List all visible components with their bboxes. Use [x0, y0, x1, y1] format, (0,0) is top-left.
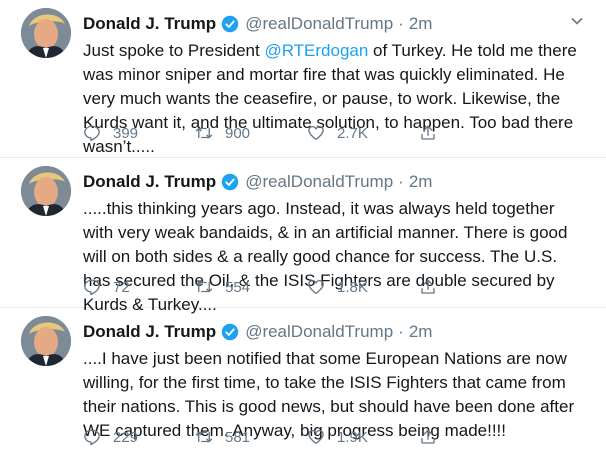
reply-button[interactable]: 72	[83, 278, 195, 296]
tweet-header: Donald J. Trump @realDonaldTrump · 2m	[83, 12, 588, 36]
like-count: 2.7K	[337, 124, 368, 142]
like-button[interactable]: 2.7K	[307, 124, 419, 142]
tweet[interactable]: Donald J. Trump @realDonaldTrump · 2m Ju…	[0, 0, 606, 158]
avatar-image	[21, 316, 71, 366]
avatar[interactable]	[21, 8, 71, 58]
timestamp[interactable]: 2m	[409, 172, 433, 192]
mention-link[interactable]: @RTErdogan	[264, 41, 368, 60]
avatar[interactable]	[21, 316, 71, 366]
retweet-icon	[195, 281, 213, 293]
separator-dot: ·	[398, 14, 404, 33]
like-button[interactable]: 1.9K	[307, 428, 419, 446]
display-name[interactable]: Donald J. Trump	[83, 322, 216, 342]
tweet-feed: Donald J. Trump @realDonaldTrump · 2m Ju…	[0, 0, 606, 456]
avatar-image	[21, 8, 71, 58]
reply-count: 229	[113, 428, 139, 446]
reply-icon	[84, 429, 100, 446]
reply-count: 399	[113, 124, 139, 142]
separator-dot: ·	[398, 172, 404, 191]
retweet-button[interactable]: 581	[195, 428, 307, 446]
display-name[interactable]: Donald J. Trump	[83, 14, 216, 34]
retweet-icon	[195, 127, 213, 139]
like-icon	[308, 279, 324, 295]
avatar[interactable]	[21, 166, 71, 216]
timestamp[interactable]: 2m	[409, 322, 433, 342]
tweet-text-start: Just spoke to President	[83, 41, 265, 60]
like-count: 1.9K	[337, 428, 368, 446]
user-handle[interactable]: @realDonaldTrump	[245, 322, 393, 342]
tweet-header: Donald J. Trump @realDonaldTrump · 2m	[83, 320, 588, 344]
reply-icon	[84, 125, 100, 142]
timestamp[interactable]: 2m	[409, 14, 433, 34]
retweet-count: 554	[225, 278, 251, 296]
tweet-header: Donald J. Trump @realDonaldTrump · 2m	[83, 170, 588, 194]
like-icon	[308, 429, 324, 445]
reply-count: 72	[113, 278, 130, 296]
share-button[interactable]	[419, 428, 531, 446]
display-name[interactable]: Donald J. Trump	[83, 172, 216, 192]
like-button[interactable]: 1.8K	[307, 278, 419, 296]
retweet-button[interactable]: 554	[195, 278, 307, 296]
chevron-down-icon[interactable]	[570, 14, 584, 28]
avatar-image	[21, 166, 71, 216]
tweet-text-start: .....this thinking years ago. Instead, i…	[83, 199, 568, 314]
like-icon	[308, 125, 324, 141]
share-icon	[421, 125, 435, 140]
retweet-count: 900	[225, 124, 251, 142]
tweet-content: Donald J. Trump @realDonaldTrump · 2m ..…	[83, 320, 588, 443]
tweet-actions: 399 900 2.7K	[83, 124, 531, 142]
user-handle[interactable]: @realDonaldTrump	[245, 172, 393, 192]
separator-dot: ·	[398, 322, 404, 341]
like-count: 1.8K	[337, 278, 368, 296]
reply-button[interactable]: 229	[83, 428, 195, 446]
retweet-icon	[195, 431, 213, 443]
retweet-count: 581	[225, 428, 251, 446]
share-icon	[421, 279, 435, 294]
tweet[interactable]: Donald J. Trump @realDonaldTrump · 2m ..…	[0, 308, 606, 456]
tweet-text: .....this thinking years ago. Instead, i…	[83, 197, 588, 317]
verified-badge-icon	[221, 15, 239, 33]
reply-button[interactable]: 399	[83, 124, 195, 142]
reply-icon	[84, 279, 100, 296]
retweet-button[interactable]: 900	[195, 124, 307, 142]
share-button[interactable]	[419, 124, 531, 142]
tweet-text-start: ....I have just been notified that some …	[83, 349, 575, 440]
verified-badge-icon	[221, 173, 239, 191]
user-handle[interactable]: @realDonaldTrump	[245, 14, 393, 34]
tweet[interactable]: Donald J. Trump @realDonaldTrump · 2m ..…	[0, 158, 606, 314]
verified-badge-icon	[221, 323, 239, 341]
share-icon	[421, 429, 435, 444]
tweet-actions: 229 581 1.9K	[83, 428, 531, 446]
tweet-actions: 72 554 1.8K	[83, 278, 531, 296]
share-button[interactable]	[419, 278, 531, 296]
